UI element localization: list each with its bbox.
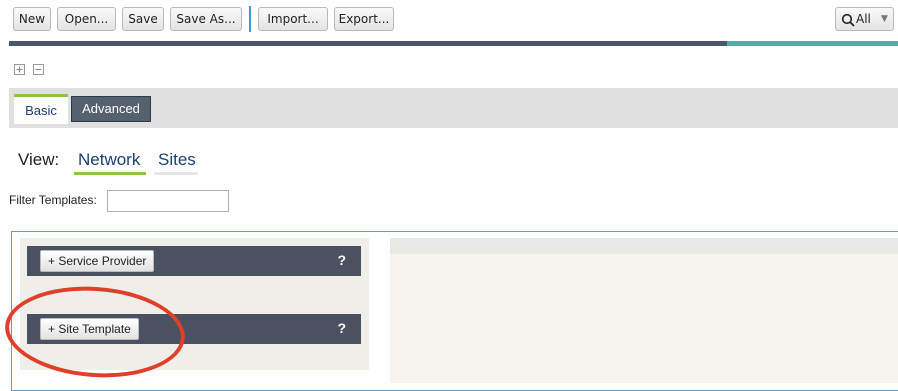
help-icon[interactable]: ? <box>337 252 346 268</box>
template-row-service-provider: + Service Provider ? <box>27 246 361 276</box>
search-scope-label: All <box>856 12 871 26</box>
help-icon[interactable]: ? <box>337 320 346 336</box>
expand-all-icon[interactable] <box>14 64 25 75</box>
import-button[interactable]: Import... <box>258 7 328 31</box>
progress-bar-dark <box>9 41 727 46</box>
view-network-underline <box>74 172 146 175</box>
save-button[interactable]: Save <box>122 7 164 31</box>
template-detail-header <box>390 238 898 254</box>
open-button[interactable]: Open... <box>57 7 116 31</box>
view-label: View: <box>18 150 60 169</box>
chevron-down-icon: ▼ <box>881 14 888 24</box>
tab-advanced[interactable]: Advanced <box>71 96 151 122</box>
add-service-provider-button[interactable]: + Service Provider <box>40 250 155 272</box>
new-button[interactable]: New <box>13 7 51 31</box>
template-detail-area <box>390 238 898 383</box>
progress-bar-teal <box>727 41 898 46</box>
export-button[interactable]: Export... <box>334 7 394 31</box>
save-as-button[interactable]: Save As... <box>170 7 242 31</box>
collapse-all-icon[interactable] <box>33 64 44 75</box>
filter-templates-input[interactable] <box>107 190 229 212</box>
filter-templates-label: Filter Templates: <box>9 193 97 207</box>
view-sites-link[interactable]: Sites <box>158 150 196 170</box>
search-icon <box>841 12 855 27</box>
tab-basic[interactable]: Basic <box>14 94 68 124</box>
view-sites-underline <box>154 172 198 175</box>
toolbar-separator <box>249 6 251 32</box>
search-scope-dropdown[interactable]: All ▼ <box>835 7 894 31</box>
view-network-link[interactable]: Network <box>78 150 140 170</box>
